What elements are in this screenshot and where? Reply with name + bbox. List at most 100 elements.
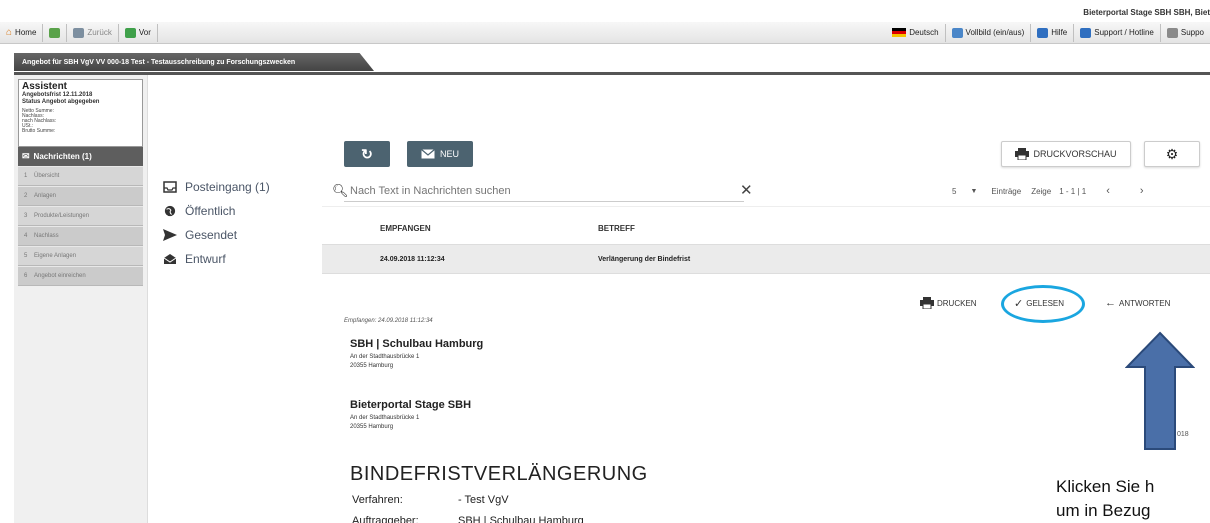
summary-gross: Brutto Summe: [22, 128, 56, 134]
col-subject-header[interactable]: BETREFF [598, 224, 635, 233]
search-row: 🔍︎ ✕ 5 ▼ Einträge Zeige 1 - 1 | 1 ‹ › [322, 175, 1210, 207]
chevron-down-icon[interactable]: ▼ [970, 188, 977, 195]
refresh-icon: ↻ [361, 145, 373, 162]
german-flag-icon [892, 28, 907, 37]
highlight-circle [1001, 285, 1085, 323]
step-label: Nachlass [34, 233, 59, 239]
col-received-header[interactable]: EMPFANGEN [380, 224, 431, 233]
field-value: - Test VgV [458, 494, 509, 506]
row-subject: Verlängerung der Bindefrist [598, 256, 691, 263]
fullscreen-label: Vollbild (ein/aus) [965, 28, 1025, 37]
show-label: Zeige [1031, 186, 1052, 196]
help-button[interactable]: Hilfe [1031, 23, 1075, 42]
clear-search-icon[interactable]: ✕ [740, 181, 753, 199]
received-meta: Empfangen: 24.09.2018 11:12:34 [344, 318, 433, 324]
recipient-city: 20355 Hamburg [350, 424, 394, 430]
mailbox-nav: Posteingang (1) Öffentlich Gesendet Entw… [163, 175, 313, 271]
annotation-text: Klicken Sie h um in Bezug [1056, 475, 1154, 523]
assistant-panel: Assistent Angebotsfrist 12.11.2018 Statu… [14, 75, 148, 523]
field-client: Auftraggeber: SBH | Schulbau Hamburg [352, 515, 584, 523]
help-label: Hilfe [1051, 28, 1068, 37]
sidebar-item-discount[interactable]: 4 Nachlass [18, 226, 143, 246]
inbox-icon [163, 181, 177, 193]
step-label: Übersicht [34, 173, 60, 179]
sender-address: SBH | Schulbau Hamburg An der Stadthausb… [350, 338, 483, 371]
home-button[interactable]: ⌂ Home [0, 23, 44, 42]
new-message-label: NEU [439, 149, 459, 159]
people-icon [49, 27, 61, 38]
envelope-icon [421, 149, 435, 159]
send-icon [163, 229, 177, 241]
step-number: 2 [24, 193, 28, 199]
support-hotline-button[interactable]: Support / Hotline [1074, 23, 1161, 42]
portal-header: Bieterportal Stage SBH SBH, Biet [0, 0, 1210, 22]
home-icon: ⌂ [6, 27, 13, 38]
language-button[interactable]: Deutsch [886, 23, 946, 42]
recipient-address: Bieterportal Stage SBH An der Stadthausb… [350, 399, 471, 432]
annotation-line-1: Klicken Sie h [1056, 477, 1155, 496]
step-number: 3 [24, 213, 28, 219]
page-size-select[interactable]: 5 [952, 187, 956, 196]
forward-arrow-icon [124, 27, 136, 38]
step-label: Eigene Anlagen [34, 253, 77, 259]
sidebar-item-messages[interactable]: ✉ Nachrichten (1) [18, 147, 143, 166]
support-label: Suppo [1180, 28, 1204, 37]
people-button[interactable] [43, 23, 68, 42]
sidebar-item-products[interactable]: 3 Produkte/Leistungen [18, 206, 143, 226]
forward-button[interactable]: Vor [119, 23, 158, 42]
step-number: 5 [24, 253, 28, 259]
prev-page-icon[interactable]: ‹ [1106, 185, 1110, 197]
mailbox-sent[interactable]: Gesendet [163, 223, 313, 247]
search-input[interactable] [344, 180, 744, 202]
offer-status: Status Angebot abgegeben [22, 99, 100, 105]
table-row[interactable]: 24.09.2018 11:12:34 Verlängerung der Bin… [322, 244, 1210, 274]
sidebar-item-submit-offer[interactable]: 6 Angebot einreichen [18, 266, 143, 286]
step-label: Angebot einreichen [34, 273, 86, 279]
document-title: BINDEFRISTVERLÄNGERUNG [350, 463, 648, 485]
new-message-button[interactable]: NEU [407, 141, 473, 167]
annotation-line-2: um in Bezug [1056, 501, 1151, 520]
mailbox-public[interactable]: Öffentlich [163, 199, 313, 223]
assistant-title: Assistent [22, 81, 68, 92]
home-label: Home [15, 28, 37, 37]
reply-action[interactable]: ← ANTWORTEN [1105, 297, 1170, 309]
browser-toolbar: ⌂ Home Zurück Vor Deutsch Vollbild (ein/… [0, 22, 1210, 44]
support-hotline-label: Support / Hotline [1094, 28, 1154, 37]
support-people-icon [1166, 27, 1178, 38]
offer-deadline: Angebotsfrist 12.11.2018 [22, 92, 93, 98]
inbox-label: Posteingang (1) [185, 180, 270, 194]
public-label: Öffentlich [185, 204, 236, 218]
messages-label: Nachrichten (1) [33, 152, 92, 161]
row-received: 24.09.2018 11:12:34 [380, 256, 445, 263]
sidebar-item-attachments[interactable]: 2 Anlagen [18, 186, 143, 206]
mailbox-draft[interactable]: Entwurf [163, 247, 313, 271]
settings-button[interactable]: ⚙ [1144, 141, 1200, 167]
portal-title: Bieterportal Stage SBH SBH, Biet [1083, 8, 1210, 17]
step-label: Anlagen [34, 193, 57, 199]
back-button[interactable]: Zurück [67, 23, 119, 42]
printer-icon [920, 297, 934, 309]
step-label: Produkte/Leistungen [34, 213, 90, 219]
print-label: DRUCKEN [937, 298, 977, 308]
reply-arrow-icon: ← [1105, 297, 1116, 309]
tab-offer[interactable]: Angebot für SBH VgV VV 000-18 Test - Tes… [14, 53, 374, 71]
message-table-header: EMPFANGEN BETREFF [322, 215, 1210, 241]
sender-street: An der Stadthausbrücke 1 [350, 354, 420, 360]
print-action[interactable]: DRUCKEN [920, 297, 977, 309]
print-preview-label: DRUCKVORSCHAU [1033, 149, 1117, 159]
fullscreen-button[interactable]: Vollbild (ein/aus) [946, 23, 1032, 42]
sender-name: SBH | Schulbau Hamburg [350, 338, 484, 350]
next-page-icon[interactable]: › [1140, 185, 1144, 197]
support-button[interactable]: Suppo [1161, 24, 1210, 42]
tab-strip: Angebot für SBH VgV VV 000-18 Test - Tes… [0, 44, 1210, 72]
pointer-arrow-icon [1125, 331, 1195, 450]
step-number: 1 [24, 173, 28, 179]
sidebar-item-own-attachments[interactable]: 5 Eigene Anlagen [18, 246, 143, 266]
field-key: Auftraggeber: [352, 515, 419, 523]
print-preview-button[interactable]: DRUCKVORSCHAU [1001, 141, 1131, 167]
mailbox-inbox[interactable]: Posteingang (1) [163, 175, 313, 199]
refresh-button[interactable]: ↻ [344, 141, 390, 167]
tab-underline [14, 72, 1210, 75]
pager: 5 ▼ Einträge Zeige 1 - 1 | 1 ‹ › [952, 185, 1144, 197]
sidebar-item-overview[interactable]: 1 Übersicht [18, 166, 143, 186]
